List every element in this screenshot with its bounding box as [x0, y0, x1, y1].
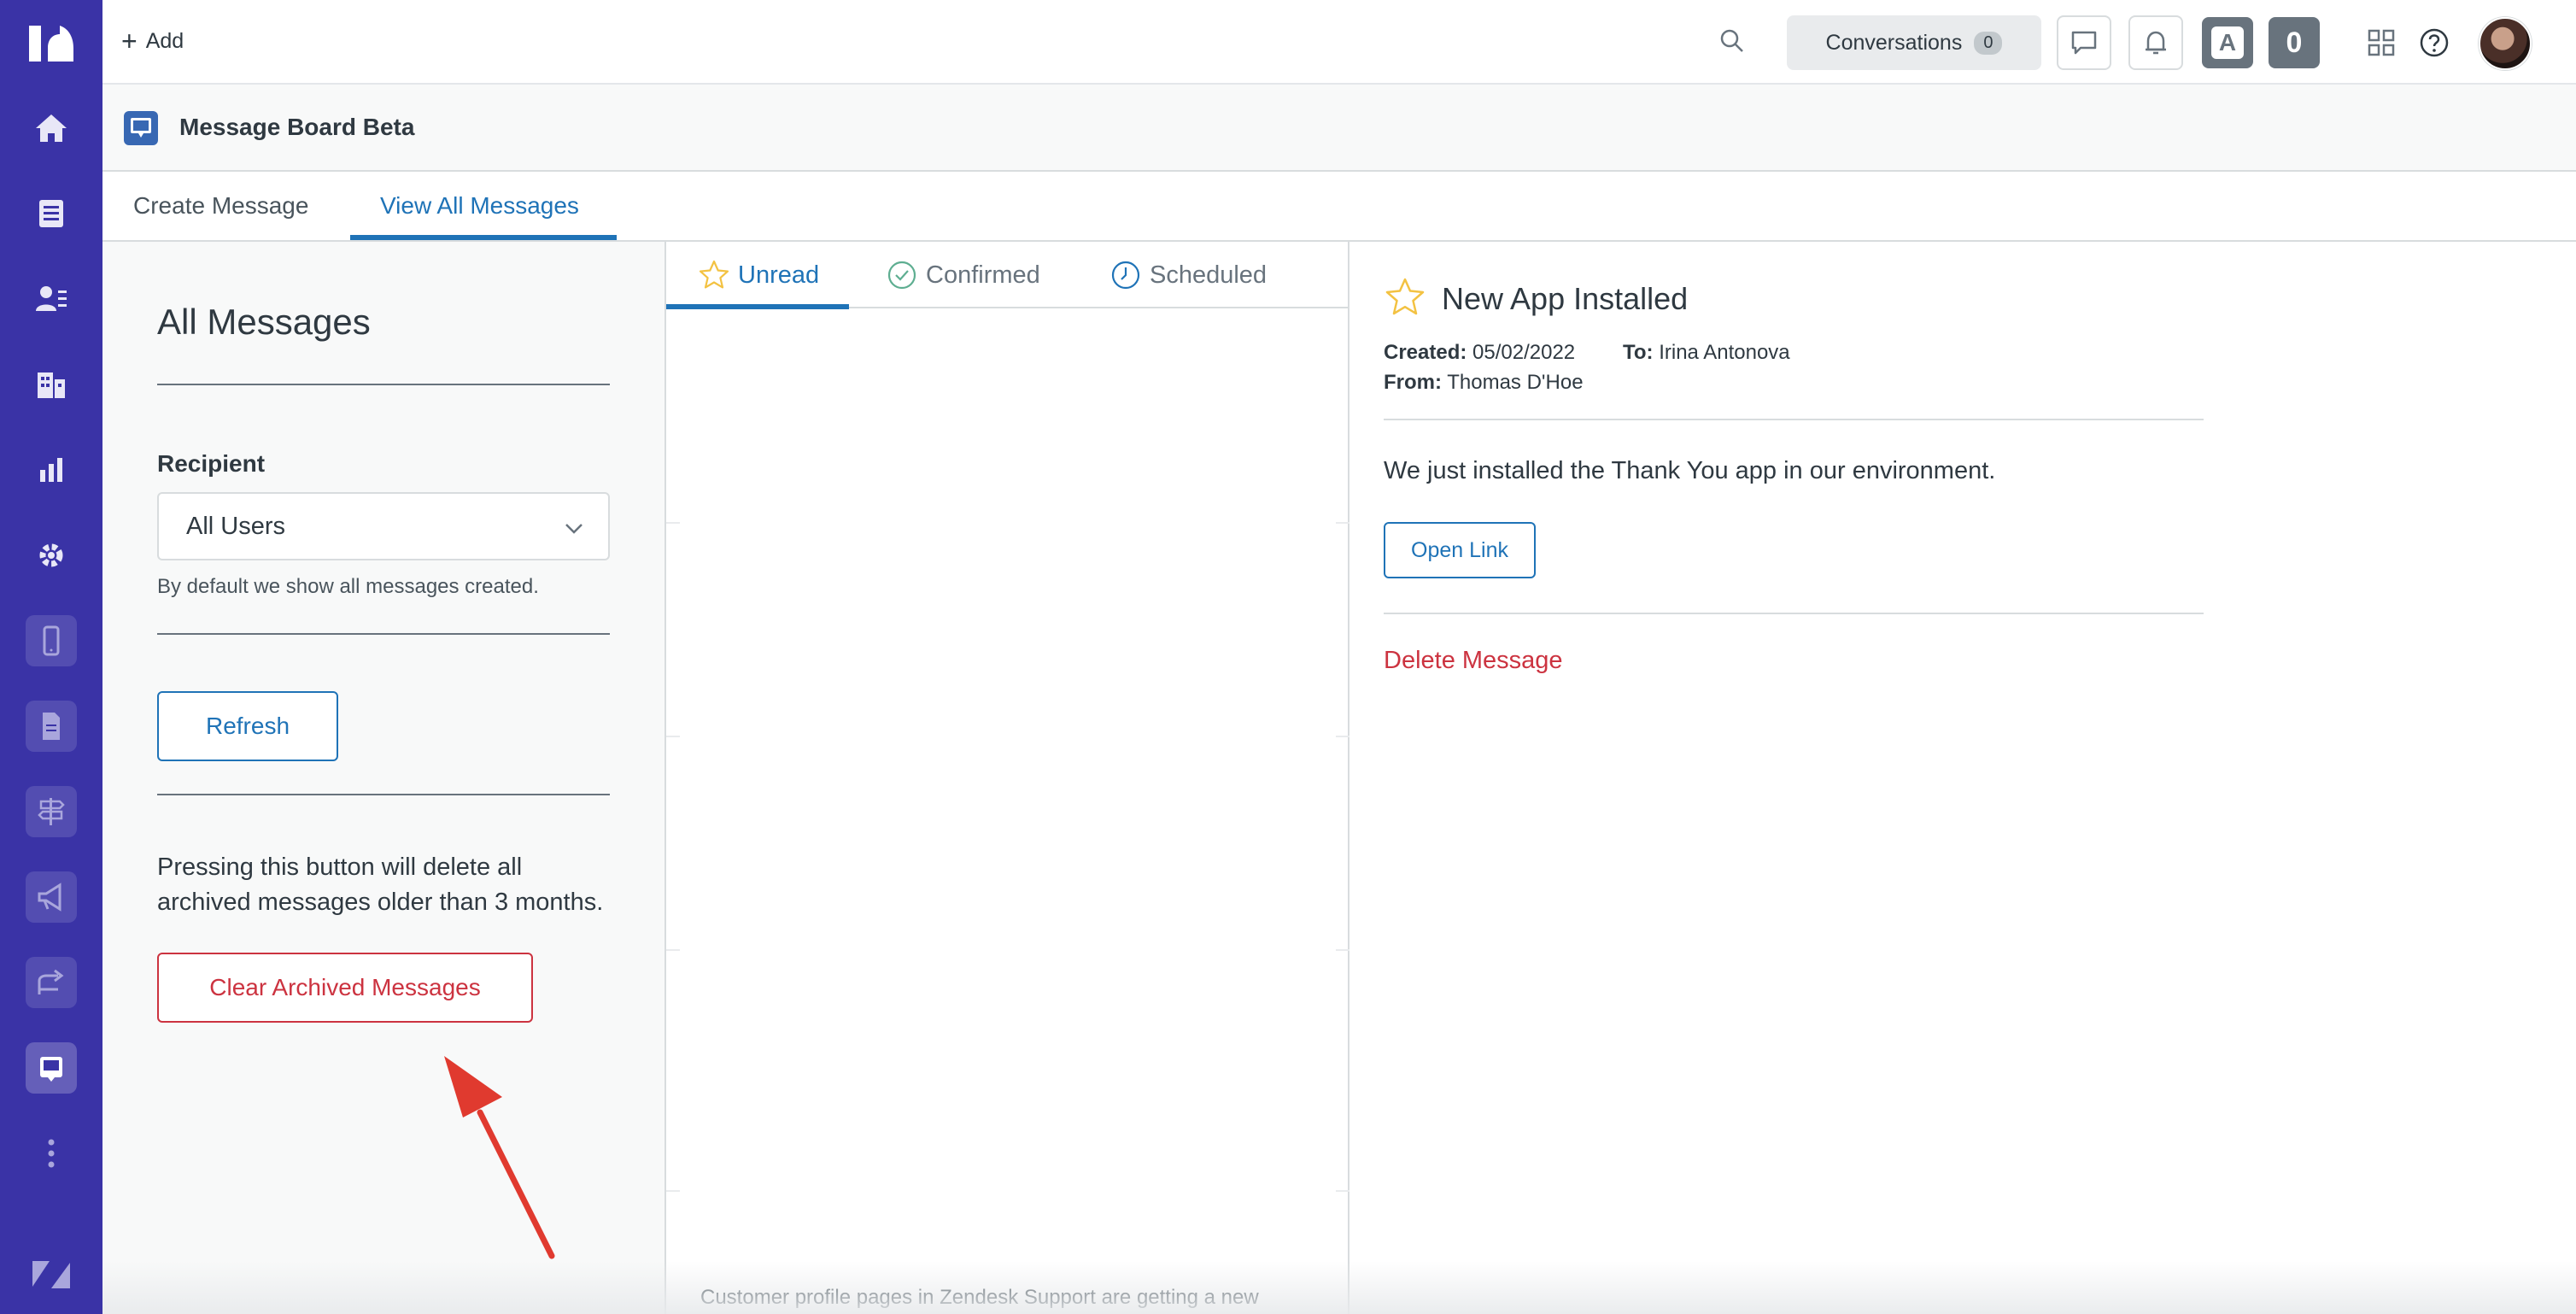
- signpost-app-icon[interactable]: [26, 786, 77, 837]
- main-tabs: Create Message View All Messages: [102, 172, 2576, 242]
- divider: [666, 736, 680, 737]
- divider: [666, 1190, 680, 1192]
- divider: [157, 794, 610, 795]
- document-app-icon[interactable]: [26, 701, 77, 752]
- app-title: Message Board Beta: [179, 114, 415, 140]
- user-avatar[interactable]: [2479, 17, 2532, 70]
- product-sidebar: [0, 0, 102, 1314]
- add-button[interactable]: + Add: [121, 24, 184, 58]
- agent-badge-letter: A: [2211, 26, 2244, 59]
- chevron-down-icon: [565, 524, 583, 534]
- divider: [157, 384, 610, 385]
- tab-unread-label: Unread: [738, 261, 820, 289]
- open-link-button[interactable]: Open Link: [1384, 522, 1536, 578]
- star-icon[interactable]: [1384, 276, 1426, 319]
- chat-icon: [2071, 31, 2097, 55]
- zendesk-logo-icon: [32, 1261, 70, 1288]
- created-label: Created:: [1384, 341, 1467, 364]
- message-title: New App Installed: [1442, 281, 1689, 316]
- divider: [1384, 613, 2204, 614]
- delete-message-link[interactable]: Delete Message: [1384, 647, 1563, 675]
- divider: [1336, 1190, 1349, 1192]
- divider: [666, 949, 680, 951]
- tab-view-all-messages[interactable]: View All Messages: [380, 192, 579, 220]
- recipient-select[interactable]: All Users: [157, 492, 610, 560]
- conversations-count-badge: 0: [1974, 31, 2003, 55]
- agent-status-badge[interactable]: A: [2202, 17, 2253, 68]
- active-tab-indicator: [350, 235, 617, 240]
- apps-grid-icon[interactable]: [2364, 26, 2398, 60]
- tab-create-message[interactable]: Create Message: [133, 192, 308, 220]
- admin-settings-icon[interactable]: [26, 530, 77, 581]
- search-icon[interactable]: [1717, 26, 1748, 56]
- divider: [1384, 419, 2204, 420]
- created-field: Created: 05/02/2022: [1384, 341, 1575, 365]
- notifications-button[interactable]: [2128, 15, 2183, 70]
- divider: [666, 522, 680, 524]
- message-status-tabs: Unread Confirmed Scheduled: [666, 242, 1348, 309]
- share-app-icon[interactable]: [26, 957, 77, 1008]
- star-icon: [699, 260, 729, 289]
- views-icon[interactable]: [26, 188, 77, 239]
- bell-icon: [2146, 31, 2166, 55]
- plus-icon: +: [121, 26, 138, 56]
- from-value: Thomas D'Hoe: [1447, 371, 1584, 394]
- active-tab-indicator: [666, 304, 849, 309]
- recipient-label: Recipient: [157, 450, 266, 477]
- clear-archived-messages-button[interactable]: Clear Archived Messages: [157, 953, 533, 1023]
- megaphone-app-icon[interactable]: [26, 871, 77, 923]
- reporting-icon[interactable]: [26, 444, 77, 496]
- top-bar: + Add Conversations 0 A 0: [102, 0, 2576, 85]
- chat-button[interactable]: [2057, 15, 2111, 70]
- message-list[interactable]: [680, 310, 1336, 1293]
- message-board-app-icon[interactable]: [26, 1042, 77, 1094]
- home-icon[interactable]: [26, 103, 77, 154]
- divider: [157, 633, 610, 635]
- created-value: 05/02/2022: [1472, 341, 1576, 364]
- app-header: Message Board Beta: [102, 85, 2576, 172]
- conversations-label: Conversations: [1825, 30, 1963, 55]
- from-label: From:: [1384, 371, 1442, 394]
- recipient-select-value: All Users: [186, 513, 286, 540]
- tab-scheduled[interactable]: Scheduled: [1109, 257, 1267, 293]
- check-circle-icon: [887, 261, 916, 290]
- archive-warning-text: Pressing this button will delete all arc…: [157, 854, 604, 916]
- message-board-app-logo-icon: [124, 111, 158, 145]
- from-field: From: Thomas D'Hoe: [1384, 371, 1584, 395]
- message-list-panel: Unread Confirmed Scheduled Customer prof…: [666, 242, 1349, 1314]
- conversations-button[interactable]: Conversations 0: [1787, 15, 2041, 70]
- tab-unread[interactable]: Unread: [697, 257, 819, 293]
- list-item-preview[interactable]: Customer profile pages in Zendesk Suppor…: [700, 1286, 1259, 1310]
- to-field: To: Irina Antonova: [1623, 341, 1790, 365]
- tab-confirmed[interactable]: Confirmed: [885, 257, 1040, 293]
- more-apps-icon[interactable]: [26, 1128, 77, 1179]
- add-label: Add: [145, 28, 184, 53]
- tab-scheduled-label: Scheduled: [1150, 261, 1268, 289]
- recipient-hint: By default we show all messages created.: [157, 575, 539, 598]
- filter-panel: All Messages Recipient All Users By defa…: [102, 242, 666, 1314]
- clock-icon: [1111, 261, 1140, 290]
- help-icon[interactable]: [2417, 26, 2451, 60]
- product-logo-icon[interactable]: [26, 22, 77, 65]
- tab-confirmed-label: Confirmed: [926, 261, 1040, 289]
- annotation-arrow-icon: [444, 1056, 555, 1259]
- divider: [1336, 949, 1349, 951]
- panel-title: All Messages: [157, 302, 371, 342]
- message-body: We just installed the Thank You app in o…: [1384, 457, 1996, 484]
- organizations-icon[interactable]: [26, 359, 77, 410]
- divider: [1336, 736, 1349, 737]
- to-value: Irina Antonova: [1659, 341, 1790, 364]
- to-label: To:: [1623, 341, 1654, 364]
- customers-icon[interactable]: [26, 273, 77, 325]
- divider: [1336, 522, 1349, 524]
- refresh-button[interactable]: Refresh: [157, 691, 338, 761]
- message-detail-panel: New App Installed Created: 05/02/2022 To…: [1349, 242, 2576, 1314]
- count-badge[interactable]: 0: [2269, 17, 2320, 68]
- mobile-app-icon[interactable]: [26, 615, 77, 666]
